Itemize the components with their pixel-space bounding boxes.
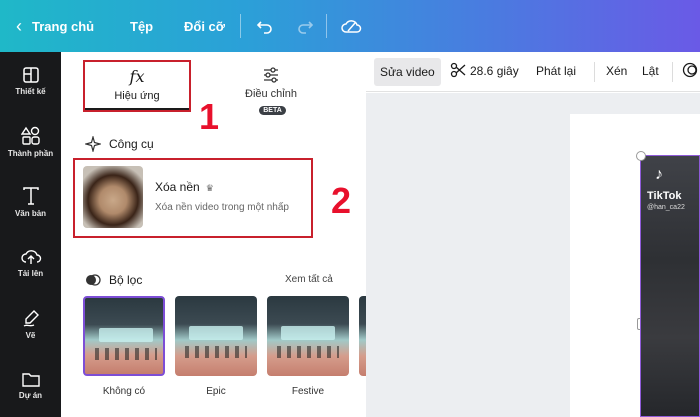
rail-label: Thiết kế [15, 87, 46, 96]
layout-icon [22, 67, 39, 83]
bg-remover-tool[interactable]: Xóa nền ♛ Xóa nền video trong một nhấp [73, 158, 313, 238]
divider [672, 62, 673, 82]
rail-label: Vẽ [25, 331, 36, 340]
crown-icon: ♛ [205, 183, 214, 193]
playback-button[interactable]: Phát lại [536, 64, 576, 78]
divider [240, 14, 241, 38]
sparkle-icon [85, 136, 101, 152]
redo-icon[interactable] [296, 0, 314, 52]
tab-effects[interactable]: fx Hiệu ứng [83, 60, 191, 112]
fx-icon: fx [129, 67, 145, 86]
chevron-left-icon: ‹ [16, 15, 22, 36]
rail-label: Văn bản [14, 209, 47, 218]
tiktok-logo-icon: ♪ [655, 166, 663, 183]
tab-adjust[interactable]: Điều chỉnh BETA [221, 60, 321, 115]
text-icon [22, 187, 39, 205]
rail-label: Tải lên [17, 269, 44, 278]
effects-panel: fx Hiệu ứng Điều chỉnh BETA 1 2 Công cụ X… [61, 52, 367, 417]
transparency-icon[interactable] [682, 62, 698, 81]
flip-button[interactable]: Lật [642, 64, 659, 78]
rail-item-design[interactable]: Thiết kế [0, 66, 61, 96]
tiktok-watermark: TikTok [647, 190, 682, 202]
rail-label: Thành phần [7, 149, 54, 158]
tools-section-title: Công cụ [85, 136, 154, 152]
rail-item-draw[interactable]: Vẽ [0, 308, 61, 340]
scissors-icon[interactable] [450, 62, 466, 81]
active-tab-indicator [85, 108, 189, 110]
editor-toolbar: Sửa video 28.6 giây Phát lại Xén Lật [366, 52, 700, 92]
filter-label: Epic [206, 386, 226, 397]
beta-badge: BETA [259, 106, 286, 115]
tool-thumbnail [83, 166, 143, 228]
divider [594, 62, 595, 82]
rail-item-elements[interactable]: Thành phần [0, 126, 61, 158]
rotate-handle[interactable] [636, 151, 646, 161]
folder-icon [21, 373, 40, 387]
draw-icon [23, 310, 39, 327]
elements-icon [20, 126, 40, 145]
file-menu[interactable]: Tệp [130, 0, 153, 52]
tool-name-text: Xóa nền [155, 180, 200, 194]
upload-cloud-icon [20, 250, 41, 264]
left-rail: Thiết kế Thành phần Văn bản Tải lên Vẽ D… [0, 52, 61, 417]
tool-description: Xóa nền video trong một nhấp [155, 202, 289, 213]
filter-icon [86, 274, 101, 286]
filter-thumbnail [83, 296, 165, 376]
rail-item-text[interactable]: Văn bản [0, 186, 61, 218]
section-title-label: Công cụ [109, 137, 154, 151]
filter-label: Festive [291, 386, 325, 397]
crop-button[interactable]: Xén [606, 64, 627, 78]
filter-thumbnail [267, 296, 349, 376]
duration-label[interactable]: 28.6 giây [470, 64, 519, 78]
divider [326, 14, 327, 38]
tiktok-username: @han_ca22 [647, 204, 685, 211]
annotation-number: 1 [199, 96, 220, 137]
rail-item-projects[interactable]: Dự án [0, 370, 61, 400]
filter-none[interactable]: Không có [83, 296, 165, 397]
rail-item-uploads[interactable]: Tải lên [0, 246, 61, 278]
annotation-number: 2 [331, 180, 352, 221]
undo-icon[interactable] [256, 0, 274, 52]
sliders-icon [264, 67, 278, 83]
edit-video-button[interactable]: Sửa video [374, 58, 441, 86]
section-title-label: Bộ lọc [109, 273, 143, 287]
tab-label: Điều chỉnh [245, 88, 297, 100]
filter-epic[interactable]: Epic [175, 296, 257, 397]
tab-label: Hiệu ứng [114, 90, 160, 102]
cloud-save-icon[interactable] [340, 0, 362, 52]
video-element[interactable]: ♪ TikTok @han_ca22 [636, 151, 700, 417]
rail-label: Dự án [18, 391, 43, 400]
filter-label: Không có [102, 386, 146, 397]
home-label: Trang chủ [32, 18, 95, 34]
home-button[interactable]: ‹ Trang chủ [16, 0, 94, 52]
filter-thumbnail [175, 296, 257, 376]
top-bar: ‹ Trang chủ Tệp Đổi cỡ [0, 0, 700, 52]
tool-name: Xóa nền ♛ [155, 180, 214, 194]
filters-section-title: Bộ lọc [85, 272, 142, 288]
resize-button[interactable]: Đổi cỡ [184, 0, 225, 52]
see-all-link[interactable]: Xem tất cả [285, 274, 333, 285]
filter-festive[interactable]: Festive [267, 296, 349, 397]
